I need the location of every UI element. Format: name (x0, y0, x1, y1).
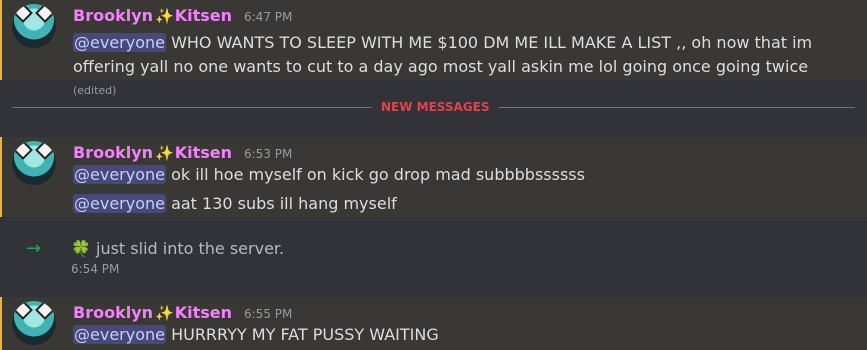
message-highlighted[interactable]: Brooklyn ✨Kitsen 6:53 PM @everyone ok ill… (0, 137, 867, 217)
message-highlighted[interactable]: Brooklyn ✨Kitsen 6:47 PM @everyone WHO WA… (0, 0, 867, 97)
join-timestamp: 6:54 PM (71, 262, 120, 276)
avatar[interactable] (12, 301, 56, 345)
timestamp: 6:53 PM (244, 147, 293, 161)
chat-log: Brooklyn ✨Kitsen 6:47 PM @everyone WHO WA… (0, 0, 867, 350)
message-content-line: @everyone HURRRYY MY FAT PUSSY WAITING (73, 324, 837, 346)
message-text: WHO WANTS TO SLEEP WITH ME $100 DM ME IL… (165, 33, 813, 52)
sparkles-icon: ✨ (155, 7, 174, 25)
message-header: Brooklyn ✨Kitsen 6:55 PM (73, 303, 292, 325)
sparkles-icon: ✨ (155, 144, 174, 162)
username-text[interactable]: Brooklyn (73, 303, 153, 322)
username[interactable]: Brooklyn ✨Kitsen (73, 143, 232, 162)
sparkles-icon: ✨ (155, 304, 174, 322)
everyone-mention[interactable]: @everyone (73, 33, 166, 52)
message-content-line: @everyone WHO WANTS TO SLEEP WITH ME $10… (73, 32, 837, 54)
everyone-mention[interactable]: @everyone (73, 325, 166, 344)
username-text[interactable]: Brooklyn (73, 6, 153, 25)
message-content-line: @everyone ok ill hoe myself on kick go d… (73, 164, 837, 186)
username-text[interactable]: Brooklyn (73, 143, 153, 162)
new-messages-label: NEW MESSAGES (372, 99, 499, 115)
username-suffix[interactable]: Kitsen (175, 143, 232, 162)
message-text: aat 130 subs ill hang myself (165, 194, 397, 213)
edited-label: (edited) (73, 84, 117, 97)
message-text: ok ill hoe myself on kick go drop mad su… (165, 165, 585, 184)
avatar[interactable] (12, 141, 56, 185)
arrow-right-icon: → (26, 238, 42, 259)
message-text: offering yall no one wants to cut to a d… (73, 57, 809, 76)
username-suffix[interactable]: Kitsen (175, 303, 232, 322)
join-message-text: 🍀 just slid into the server. (71, 239, 285, 258)
timestamp: 6:47 PM (244, 10, 293, 24)
username[interactable]: Brooklyn ✨Kitsen (73, 6, 232, 25)
timestamp: 6:55 PM (244, 307, 293, 321)
message-highlighted[interactable]: Brooklyn ✨Kitsen 6:55 PM @everyone HURRRY… (0, 297, 867, 350)
message-content-line: @everyone aat 130 subs ill hang myself (73, 193, 837, 215)
everyone-mention[interactable]: @everyone (73, 165, 166, 184)
message-header: Brooklyn ✨Kitsen 6:47 PM (73, 6, 292, 28)
avatar[interactable] (12, 4, 56, 48)
message-header: Brooklyn ✨Kitsen 6:53 PM (73, 143, 292, 165)
everyone-mention[interactable]: @everyone (73, 194, 166, 213)
message-text: HURRRYY MY FAT PUSSY WAITING (165, 325, 439, 344)
username-suffix[interactable]: Kitsen (175, 6, 232, 25)
message-content-line: offering yall no one wants to cut to a d… (73, 56, 837, 102)
username[interactable]: Brooklyn ✨Kitsen (73, 303, 232, 322)
